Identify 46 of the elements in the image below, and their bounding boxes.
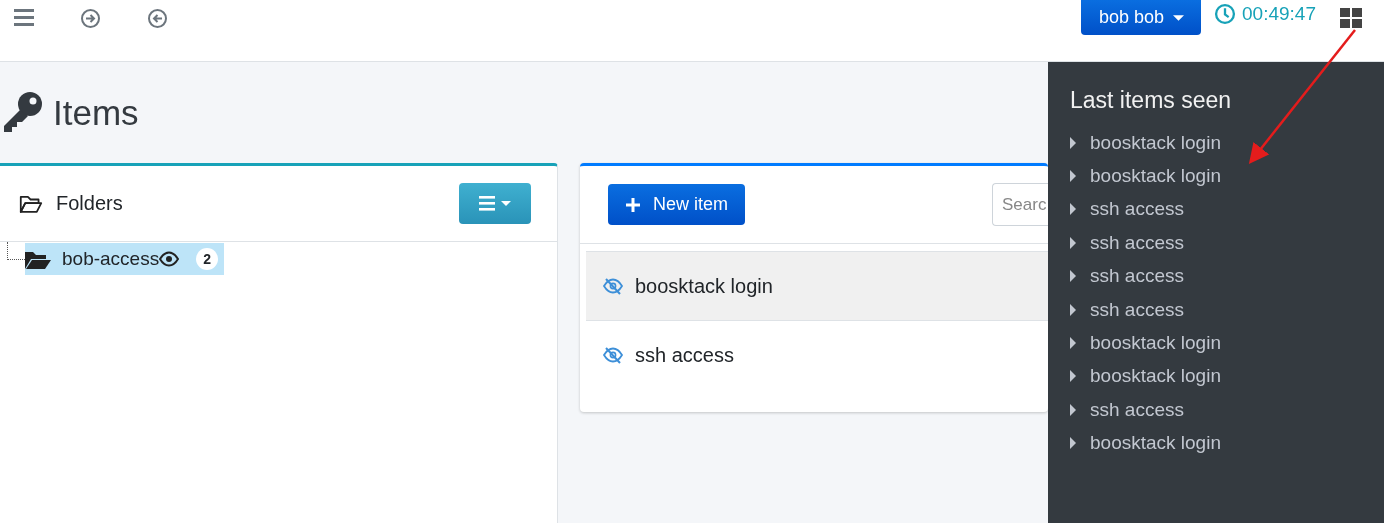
caret-right-icon [1070, 303, 1076, 316]
menu-icon[interactable] [14, 8, 34, 27]
caret-down-icon [501, 201, 511, 206]
count-badge: 2 [196, 248, 218, 270]
recent-item-link[interactable]: ssh access [1070, 226, 1384, 260]
caret-right-icon [1070, 437, 1076, 450]
eye-icon [159, 251, 180, 267]
recent-item-link[interactable]: ssh access [1070, 192, 1384, 227]
caret-right-icon [1070, 403, 1076, 416]
item-row[interactable]: boosktack login [586, 251, 1048, 321]
new-item-button[interactable]: New item [608, 184, 745, 225]
arrow-right-circle-icon[interactable] [80, 8, 101, 29]
caret-right-icon [1070, 370, 1076, 383]
eye-slash-icon [603, 277, 623, 295]
user-menu-button[interactable]: bob bob [1080, 0, 1202, 35]
caret-right-icon [1070, 203, 1076, 216]
recent-item-link[interactable]: ssh access [1070, 292, 1384, 327]
caret-right-icon [1070, 136, 1076, 149]
caret-right-icon [1070, 337, 1076, 350]
grid-icon[interactable] [1340, 8, 1362, 28]
folder-menu-button[interactable] [459, 183, 531, 224]
caret-down-icon [1173, 14, 1185, 21]
arrow-left-circle-icon[interactable] [147, 8, 168, 29]
plus-icon [625, 196, 641, 213]
item-row[interactable]: ssh access [586, 321, 1048, 389]
recent-item-link[interactable]: boosktack login [1070, 326, 1384, 360]
eye-slash-icon [603, 346, 623, 364]
caret-right-icon [1070, 236, 1076, 249]
key-icon [2, 92, 43, 133]
recent-item-link[interactable]: boosktack login [1070, 159, 1384, 193]
caret-right-icon [1070, 170, 1076, 183]
page-title: Items [53, 92, 139, 133]
caret-right-icon [1070, 270, 1076, 283]
recent-item-link[interactable]: boosktack login [1070, 126, 1384, 160]
recent-item-link[interactable]: ssh access [1070, 259, 1384, 293]
session-timer: 00:49:47 [1242, 3, 1316, 25]
card-title: Folders [56, 192, 123, 215]
folder-tree-item[interactable]: bob-access 2 [25, 243, 224, 275]
recent-item-link[interactable]: ssh access [1070, 393, 1384, 427]
clock-icon [1214, 3, 1237, 25]
recent-item-link[interactable]: boosktack login [1070, 359, 1384, 394]
search-field[interactable]: Searc [992, 183, 1048, 226]
menu-icon [479, 196, 495, 211]
sidebar-title: Last items seen [1070, 87, 1233, 114]
recent-item-link[interactable]: boosktack login [1070, 426, 1384, 460]
folder-icon [25, 249, 51, 269]
